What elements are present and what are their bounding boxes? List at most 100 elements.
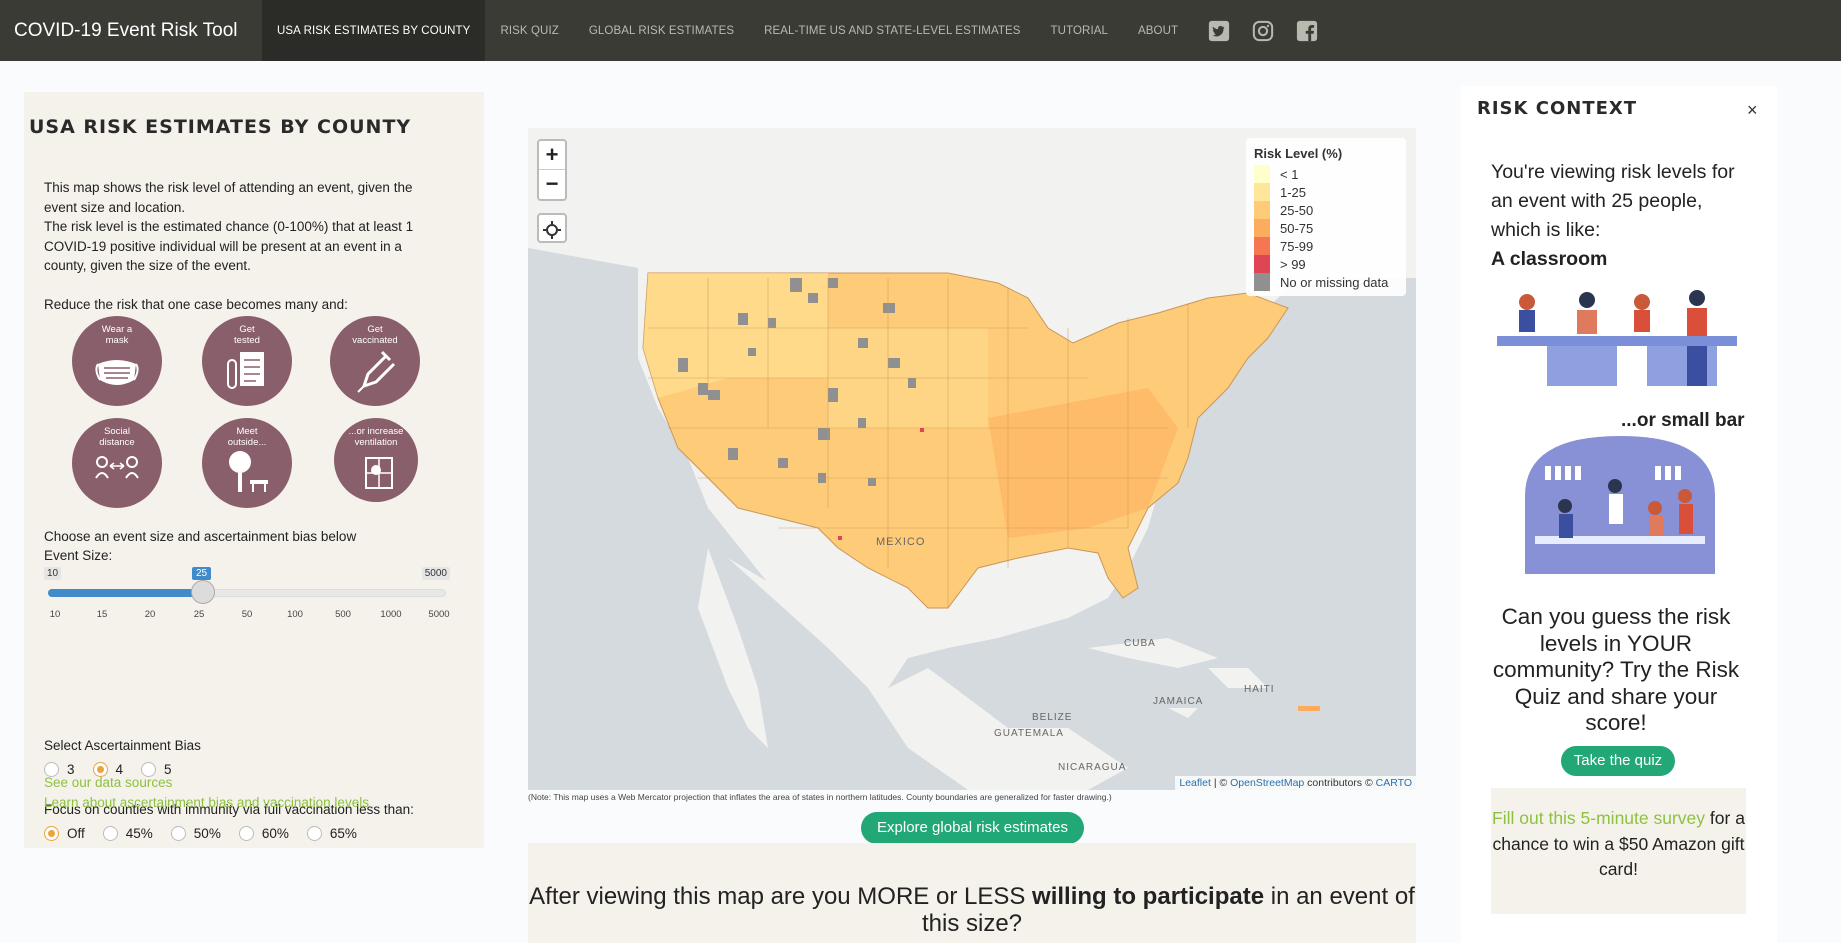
test-icon	[227, 352, 264, 389]
slider-fill	[48, 589, 204, 597]
legend-title: Risk Level (%)	[1254, 146, 1343, 161]
take-quiz-button[interactable]: Take the quiz	[1561, 746, 1675, 776]
intro-paragraph-2: The risk level is the estimated chance (…	[44, 219, 414, 273]
legend-label: 25-50	[1280, 202, 1314, 218]
tab-global-risk[interactable]: GLOBAL RISK ESTIMATES	[574, 0, 749, 61]
bias-label: Select Ascertainment Bias	[44, 738, 201, 753]
slider-tick: 10	[49, 609, 61, 620]
vacc-option-45[interactable]: 45%	[102, 826, 153, 841]
map-legend: Risk Level (%) < 1 1-25 25-50 50-75 75-9…	[1246, 138, 1406, 296]
willing-survey-box: After viewing this map are you MORE or L…	[528, 843, 1416, 943]
legend-swatch	[1254, 165, 1270, 183]
tip-label: Get tested	[234, 324, 260, 346]
radio-label: Off	[67, 826, 85, 841]
locate-button[interactable]	[537, 213, 567, 243]
legend-swatch	[1254, 219, 1270, 237]
legend-label: < 1	[1280, 166, 1299, 182]
tip-get-tested: Get tested	[202, 316, 292, 406]
legend-swatch	[1254, 237, 1270, 255]
explore-global-button[interactable]: Explore global risk estimates	[861, 812, 1084, 844]
legend-label: 75-99	[1280, 238, 1314, 254]
tip-meet-outside: Meet outside...	[202, 418, 292, 508]
slider-tick: 100	[287, 609, 303, 620]
crosshair-icon	[543, 221, 561, 239]
close-icon[interactable]: ×	[1747, 100, 1758, 121]
intro-paragraph-1: This map shows the risk level of attendi…	[44, 180, 413, 215]
slider-ticks: 10 15 20 25 50 100 500 1000 5000	[44, 609, 454, 623]
willing-text-pre: After viewing this map are you MORE or L…	[529, 883, 1033, 910]
survey-link[interactable]: Fill out this 5-minute survey	[1492, 808, 1705, 828]
radio-button-selected[interactable]	[44, 826, 59, 841]
radio-label: 50%	[193, 826, 221, 841]
vacc-option-50[interactable]: 50%	[170, 826, 221, 841]
map-label-guatemala: GUATEMALA	[994, 728, 1064, 739]
risk-context-title: RISK CONTEXT	[1477, 98, 1638, 119]
radio-button[interactable]	[306, 826, 322, 841]
vacc-option-off[interactable]: Off	[44, 826, 85, 841]
legend-item: 1-25	[1254, 183, 1398, 201]
osm-link[interactable]: OpenStreetMap	[1230, 777, 1304, 789]
tree-icon	[229, 451, 268, 492]
event-size-slider[interactable]: 10 25 5000 10 15 20 25 50 100 500 1000 5…	[44, 567, 450, 627]
intro-text: This map shows the risk level of attendi…	[44, 178, 444, 276]
legend-item: < 1	[1254, 165, 1398, 183]
slider-tick: 5000	[428, 609, 450, 620]
instagram-icon[interactable]	[1252, 20, 1274, 42]
slider-tick: 50	[241, 609, 253, 620]
legend-swatch	[1254, 201, 1270, 219]
data-sources-link[interactable]: See our data sources	[44, 775, 172, 790]
radio-label: 60%	[261, 826, 289, 841]
example-small-bar: ...or small bar	[1621, 410, 1745, 431]
tip-get-vaccinated: Get vaccinated	[330, 316, 420, 406]
mask-icon	[95, 360, 139, 385]
risk-context-panel: RISK CONTEXT × You're viewing risk level…	[1461, 86, 1777, 943]
vacc-option-60[interactable]: 60%	[238, 826, 289, 841]
guess-text: Can you guess the risk levels in YOUR co…	[1492, 604, 1740, 735]
slider-max: 5000	[421, 567, 450, 580]
slider-handle[interactable]	[191, 580, 215, 604]
event-size-label: Event Size:	[44, 548, 113, 563]
distance-icon	[95, 456, 139, 479]
slider-min: 10	[44, 567, 62, 580]
vaccination-radio-group: Off 45% 50% 60% 65%	[44, 826, 375, 841]
vacc-option-65[interactable]: 65%	[306, 826, 357, 841]
map-label-nicaragua: NICARAGUA	[1058, 762, 1127, 773]
choose-text: Choose an event size and ascertainment b…	[44, 529, 357, 544]
carto-link[interactable]: CARTO	[1376, 777, 1412, 789]
tip-label: ...or increase ventilation	[348, 426, 404, 448]
facebook-icon[interactable]	[1296, 20, 1318, 42]
navbar: COVID-19 Event Risk Tool USA RISK ESTIMA…	[0, 0, 1841, 61]
legend-label: No or missing data	[1280, 274, 1389, 290]
map-note: (Note: This map uses a Web Mercator proj…	[528, 792, 1112, 802]
reduce-text: Reduce the risk that one case becomes ma…	[44, 297, 348, 312]
tab-about[interactable]: ABOUT	[1123, 0, 1193, 61]
leaflet-link[interactable]: Leaflet	[1179, 777, 1211, 789]
ascertainment-link[interactable]: Learn about ascertainment bias and vacci…	[44, 795, 369, 810]
brand-title[interactable]: COVID-19 Event Risk Tool	[14, 20, 262, 42]
risk-map[interactable]: MEXICO CUBA JAMAICA HAITI BELIZE GUATEMA…	[528, 128, 1416, 790]
bar-illustration	[1525, 436, 1715, 574]
legend-swatch	[1254, 273, 1270, 291]
legend-item: > 99	[1254, 255, 1398, 273]
map-label-cuba: CUBA	[1124, 638, 1156, 649]
radio-button[interactable]	[238, 826, 254, 841]
attribution-separator: | ©	[1210, 777, 1231, 789]
tab-tutorial[interactable]: TUTORIAL	[1036, 0, 1123, 61]
tip-label: Social distance	[99, 426, 135, 448]
legend-item: 50-75	[1254, 219, 1398, 237]
zoom-out-button[interactable]: −	[539, 170, 565, 199]
radio-button[interactable]	[102, 826, 118, 841]
slider-tick: 20	[144, 609, 156, 620]
zoom-in-button[interactable]: +	[539, 141, 565, 170]
radio-button[interactable]	[170, 826, 186, 841]
tab-risk-quiz[interactable]: RISK QUIZ	[485, 0, 573, 61]
window-icon	[365, 457, 393, 489]
slider-tick: 25	[193, 609, 205, 620]
twitter-icon[interactable]	[1208, 20, 1230, 42]
tab-usa-risk[interactable]: USA RISK ESTIMATES BY COUNTY	[262, 0, 486, 61]
tab-realtime[interactable]: REAL-TIME US AND STATE-LEVEL ESTIMATES	[749, 0, 1035, 61]
tip-social-distance: Social distance	[72, 418, 162, 508]
tip-wear-mask: Wear a mask	[72, 316, 162, 406]
map-label-haiti: HAITI	[1244, 684, 1275, 695]
legend-item: 25-50	[1254, 201, 1398, 219]
